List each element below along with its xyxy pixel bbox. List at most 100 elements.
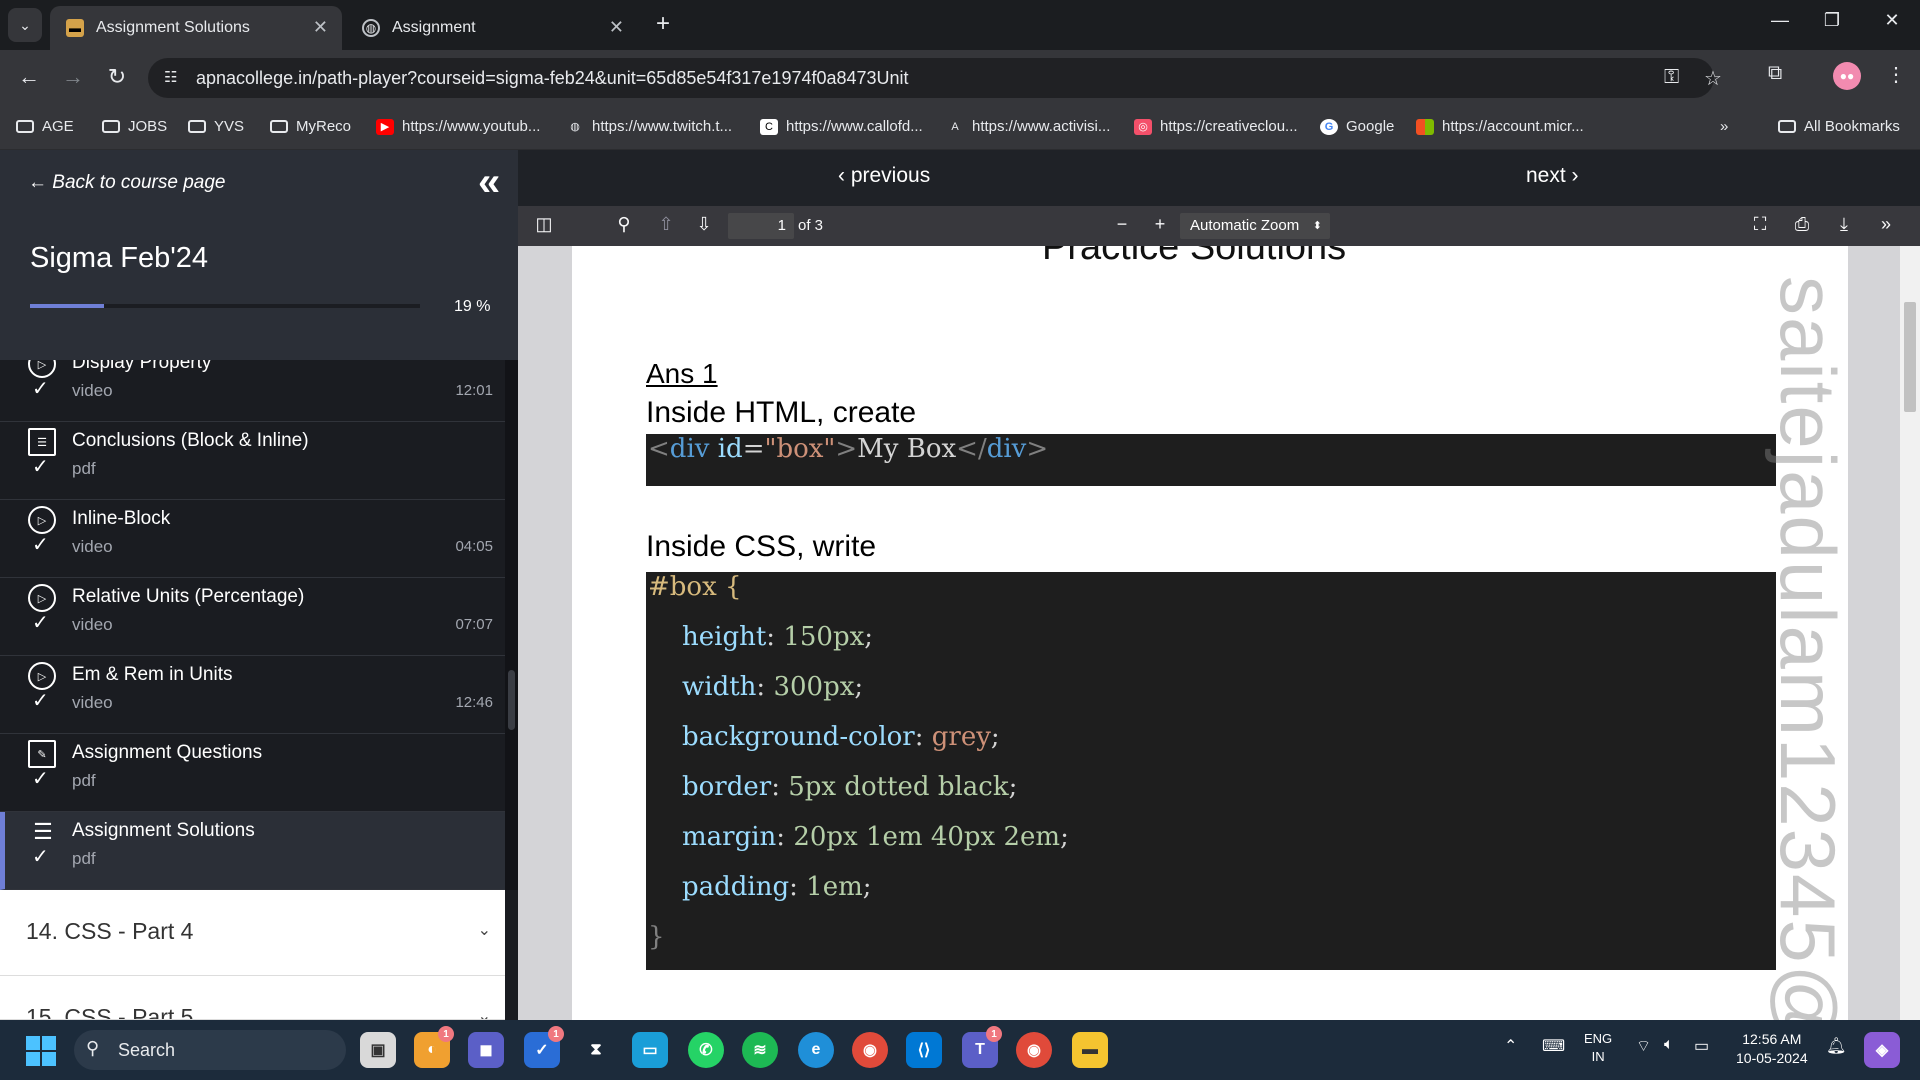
collapse-sidebar-icon[interactable]: « (478, 160, 500, 205)
keyboard-icon[interactable]: ⌨ (1542, 1036, 1565, 1056)
previous-label: previous (850, 164, 931, 187)
vscode-icon[interactable]: ⟨⟩ (906, 1032, 942, 1068)
bookmarks-bar: AGE JOBS YVS MyReco ▶ https://www.youtub.… (0, 106, 1920, 150)
lesson-item[interactable]: ▷ ✓ Relative Units (Percentage) video 07:… (0, 578, 505, 656)
section-css-part-4[interactable]: 14. CSS - Part 4 ⌄ (0, 890, 505, 976)
next-page-icon[interactable]: ⇩ (690, 214, 718, 235)
whatsapp-icon[interactable]: ✆ (688, 1032, 724, 1068)
new-tab-button[interactable]: + (648, 10, 678, 40)
print-icon[interactable]: ⎙ (1788, 214, 1816, 235)
lesson-item[interactable]: ▷ ✓ Em & Rem in Units video 12:46 (0, 656, 505, 734)
lang-code: ENG (1584, 1031, 1613, 1046)
previous-button[interactable]: ‹ previous (838, 164, 930, 188)
answer-label: Ans 1 (646, 358, 718, 389)
notification-bell-icon[interactable]: 🔔︎ (1826, 1036, 1846, 1056)
battery-icon[interactable]: ▭ (1694, 1036, 1709, 1056)
search-icon[interactable]: ⚲ (610, 214, 638, 235)
clock[interactable]: 12:56 AM 10-05-2024 (1736, 1030, 1808, 1068)
minimize-icon[interactable]: — (1760, 10, 1800, 31)
page-number-input[interactable]: 1 (728, 213, 794, 239)
edge-icon[interactable]: e (798, 1032, 834, 1068)
tab-assignment-solutions[interactable]: ▬ Assignment Solutions ✕ (50, 6, 342, 50)
bookmark-google[interactable]: G Google (1320, 118, 1394, 135)
copilot-icon[interactable]: ◈ (1864, 1032, 1900, 1068)
bookmark-youtube[interactable]: ▶ https://www.youtub... (376, 118, 540, 135)
bookmark-microsoft[interactable]: https://account.micr... (1416, 118, 1584, 135)
select-arrow-icon: ⬍ (1312, 220, 1322, 232)
scroll-thumb[interactable] (508, 670, 515, 730)
tab-assignment[interactable]: ◍ Assignment ✕ (346, 6, 638, 50)
zoom-in-icon[interactable]: + (1146, 214, 1174, 235)
bookmark-age[interactable]: AGE (16, 118, 74, 135)
presentation-mode-icon[interactable]: ⛶ (1746, 214, 1774, 235)
bookmark-myreco[interactable]: MyReco (270, 118, 351, 135)
spotify-icon[interactable]: ≋ (742, 1032, 778, 1068)
profile-avatar[interactable]: ●● (1833, 62, 1861, 90)
download-icon[interactable]: ⤓ (1830, 214, 1858, 235)
app-icon[interactable]: ◐ 1 (414, 1026, 454, 1068)
volume-icon[interactable]: 🔈︎ (1664, 1036, 1674, 1054)
chrome-icon[interactable]: ◉ (852, 1032, 888, 1068)
watermark: saitejadulam12345@ (1764, 276, 1848, 1020)
back-arrow-icon[interactable]: ← (14, 64, 44, 90)
lesson-item[interactable]: ▷ ✓ Inline-Block video 04:05 (0, 500, 505, 578)
file-explorer-icon[interactable]: ▬ (1072, 1032, 1108, 1068)
site-info-icon[interactable]: ☷ (164, 68, 177, 86)
lesson-item[interactable]: ☰ ✓ Conclusions (Block & Inline) pdf (0, 422, 505, 500)
bookmark-jobs[interactable]: JOBS (102, 118, 167, 135)
zoom-out-icon[interactable]: − (1108, 214, 1136, 235)
meet-icon[interactable]: ◼ (468, 1032, 504, 1068)
password-key-icon[interactable]: ⚿ (1664, 66, 1679, 89)
restore-icon[interactable]: ❐ (1812, 10, 1852, 31)
chrome-profile-icon[interactable]: ◉ (1016, 1032, 1052, 1068)
close-icon[interactable]: ✕ (313, 17, 328, 38)
desktop-icon[interactable]: ▭ (632, 1032, 668, 1068)
lesson-item[interactable]: ✎ ✓ Assignment Questions pdf (0, 734, 505, 812)
course-title: Sigma Feb'24 (30, 242, 209, 274)
code-line-selector: #box { (648, 572, 742, 602)
window-close-icon[interactable]: ✕ (1872, 10, 1912, 31)
hourglass-icon[interactable]: ⧗ (578, 1032, 614, 1068)
address-bar[interactable]: ☷ apnacollege.in/path-player?courseid=si… (148, 58, 1722, 98)
scroll-thumb[interactable] (1904, 302, 1916, 412)
bookmark-creativecloud[interactable]: ◎ https://creativeclou... (1134, 118, 1298, 135)
bookmark-star-icon[interactable]: ☆ (1704, 66, 1722, 91)
lesson-item[interactable]: ▷ ✓ Display Property video 12:01 (0, 360, 505, 422)
extensions-icon[interactable]: ⧉ (1768, 62, 1782, 85)
taskbar-search[interactable]: ⚲ Search (74, 1030, 346, 1070)
close-icon[interactable]: ✕ (609, 17, 624, 38)
all-bookmarks[interactable]: All Bookmarks (1778, 118, 1900, 135)
bookmark-activision[interactable]: Ahttps://www.activisi... (946, 118, 1110, 135)
more-bookmarks-icon[interactable]: » (1720, 118, 1728, 135)
next-button[interactable]: next › (1526, 164, 1579, 188)
zoom-select[interactable]: Automatic Zoom ⬍ (1180, 213, 1330, 239)
prev-page-icon[interactable]: ⇧ (652, 214, 680, 235)
browser-chrome: ⌄ ▬ Assignment Solutions ✕ ◍ Assignment … (0, 0, 1920, 150)
forward-arrow-icon[interactable]: → (58, 64, 88, 90)
tab-search-button[interactable]: ⌄ (8, 8, 42, 42)
bookmark-twitch[interactable]: ◍ https://www.twitch.t... (566, 118, 732, 135)
task-view-icon[interactable]: ▣ (360, 1032, 396, 1068)
lesson-list: ▷ ✓ Display Property video 12:01 ☰ ✓ Concl… (0, 360, 505, 890)
tools-menu-icon[interactable]: » (1872, 214, 1900, 235)
pdf-scrollbar[interactable] (1900, 246, 1920, 1020)
back-to-course-link[interactable]: ← Back to course page (28, 172, 226, 194)
menu-kebab-icon[interactable]: ⋮ (1886, 62, 1906, 87)
url-text[interactable]: apnacollege.in/path-player?courseid=sigm… (196, 68, 909, 89)
bookmark-yvs[interactable]: YVS (188, 118, 244, 135)
check-icon: ✓ (32, 456, 49, 478)
sidebar-scrollbar[interactable] (505, 360, 518, 890)
todo-icon[interactable]: ✓ 1 (524, 1026, 564, 1068)
language-indicator[interactable]: ENG IN (1584, 1030, 1612, 1066)
section-css-part-5[interactable]: 15. CSS - Part 5 ⌄ (0, 976, 505, 1020)
callofduty-icon: C (760, 118, 778, 135)
wifi-icon[interactable]: ⌔ (1636, 1036, 1651, 1056)
lesson-duration: 07:07 (455, 616, 493, 633)
lesson-item-active[interactable]: ☰ ✓ Assignment Solutions pdf (0, 812, 505, 890)
reload-icon[interactable]: ↻ (102, 64, 132, 90)
tray-chevron-up-icon[interactable]: ⌃ (1504, 1036, 1517, 1056)
bookmark-callofduty[interactable]: Chttps://www.callofd... (760, 118, 923, 135)
sidebar-toggle-icon[interactable]: ◫ (530, 214, 558, 235)
windows-start-icon[interactable] (26, 1036, 56, 1066)
teams-icon[interactable]: T1 (962, 1026, 1002, 1068)
